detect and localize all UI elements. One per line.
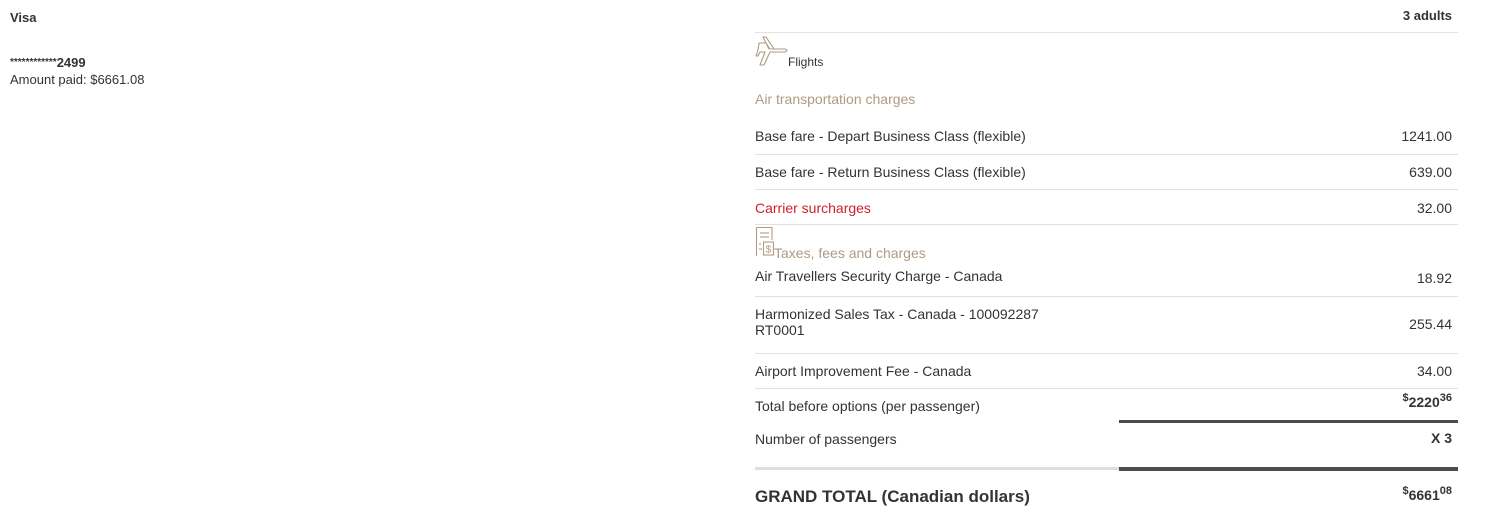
row-label: Airport Improvement Fee - Canada <box>755 363 972 379</box>
row-label: Total before options (per passenger) <box>755 398 980 414</box>
carrier-surcharges-link[interactable]: Carrier surcharges <box>755 200 871 216</box>
passengers-row: Number of passengers X 3 <box>755 424 1458 454</box>
tax-row-hst: Harmonized Sales Tax - Canada - 10009228… <box>755 297 1458 354</box>
row-label: Base fare - Return Business Class (flexi… <box>755 164 1026 180</box>
price-summary: 3 adults Flights Air transportation char… <box>755 0 1458 516</box>
amount-whole: 2220 <box>1408 394 1440 410</box>
row-label: Air Travellers Security Charge - Canada <box>755 268 1003 284</box>
card-last4: 2499 <box>56 55 86 70</box>
row-label: Harmonized Sales Tax - Canada - 10009228… <box>755 306 1039 338</box>
row-label: Number of passengers <box>755 431 897 447</box>
row-label: Base fare - Depart Business Class (flexi… <box>755 128 1026 144</box>
row-value: 255.44 <box>1409 316 1452 332</box>
card-number: ************2499 <box>10 55 86 70</box>
row-value: 18.92 <box>1416 270 1452 286</box>
airplane-icon <box>755 36 788 66</box>
row-value: 32.00 <box>1416 200 1452 216</box>
row-value: X 3 <box>1430 430 1452 446</box>
total-divider-light <box>755 467 1119 470</box>
grand-total-row: GRAND TOTAL (Canadian dollars) $666108 <box>755 485 1458 515</box>
amount-cents: 08 <box>1439 485 1452 497</box>
row-label-line2: RT0001 <box>755 322 805 338</box>
grand-total-label: GRAND TOTAL (Canadian dollars) <box>755 487 1030 506</box>
tax-row-airport: Airport Improvement Fee - Canada 34.00 <box>755 354 1458 389</box>
tax-row-security: Air Travellers Security Charge - Canada … <box>755 262 1458 297</box>
row-value: 34.00 <box>1416 363 1452 379</box>
air-section-title: Air transportation charges <box>755 91 916 107</box>
row-value: 639.00 <box>1409 164 1452 180</box>
subtotal-divider <box>1119 420 1458 423</box>
amount-cents: 36 <box>1439 392 1452 404</box>
amount-paid: Amount paid: $6661.08 <box>10 72 145 87</box>
total-before-options-row: Total before options (per passenger) $22… <box>755 389 1458 419</box>
carrier-surcharges-row: Carrier surcharges 32.00 <box>755 190 1458 225</box>
taxes-section-title: Taxes, fees and charges <box>774 245 926 261</box>
passenger-count-header: 3 adults <box>755 0 1458 33</box>
total-before-value: $222036 <box>1402 392 1452 410</box>
amount-whole: 6661 <box>1408 487 1440 503</box>
card-type: Visa <box>10 10 37 25</box>
row-label-line1: Harmonized Sales Tax - Canada - 10009228… <box>755 306 1039 322</box>
passenger-count: 3 adults <box>1402 8 1452 23</box>
fare-row-return: Base fare - Return Business Class (flexi… <box>755 155 1458 190</box>
svg-text:$: $ <box>766 245 772 256</box>
fare-row-depart: Base fare - Depart Business Class (flexi… <box>755 119 1458 155</box>
flights-label: Flights <box>788 55 824 69</box>
card-mask: ************ <box>10 57 57 68</box>
total-divider-dark <box>1119 467 1458 471</box>
grand-total-value: $666108 <box>1402 485 1452 503</box>
row-value: 1241.00 <box>1401 128 1452 144</box>
